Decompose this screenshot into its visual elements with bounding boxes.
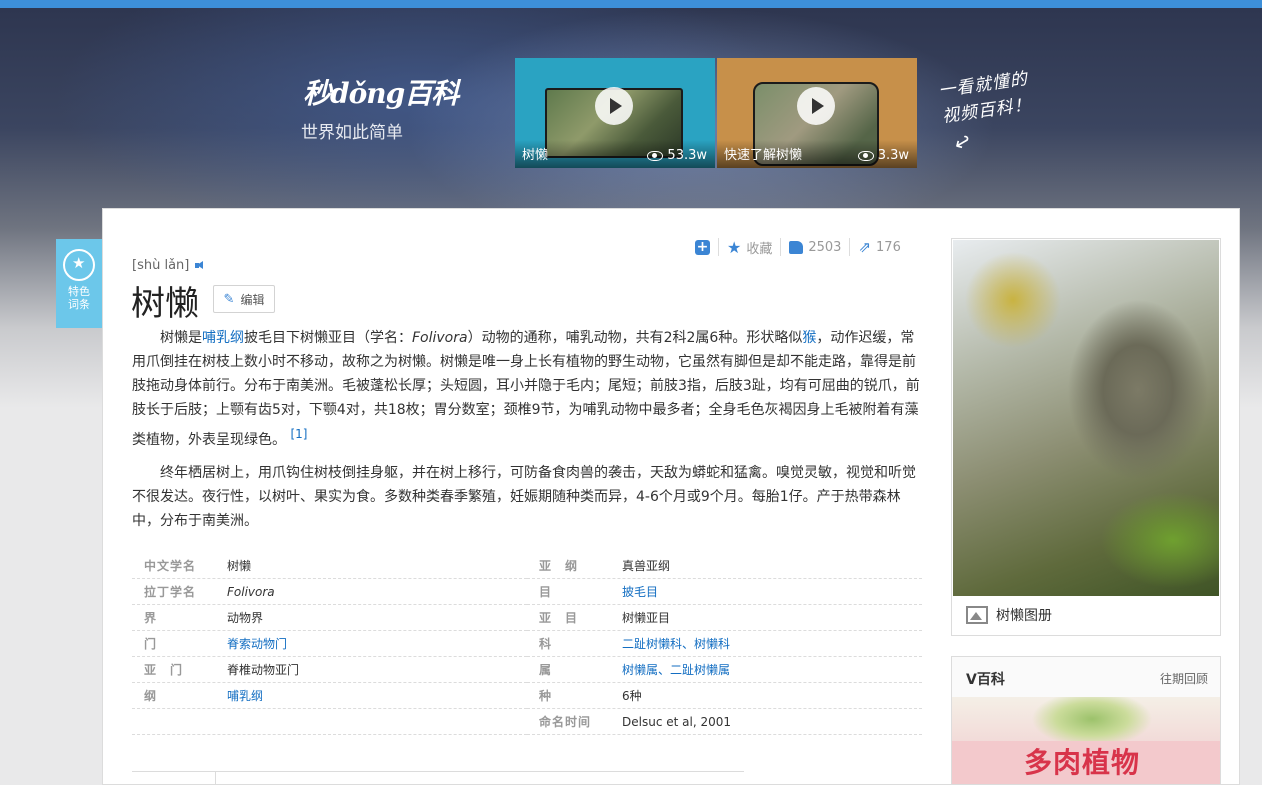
share-button[interactable]: ⇗ 176 <box>849 238 908 256</box>
infobox-row: 命名时间 Delsuc et al, 2001 <box>527 709 922 735</box>
photo-album-card[interactable]: 树懒图册 <box>951 238 1221 636</box>
speaker-icon[interactable] <box>195 261 206 270</box>
like-button[interactable]: 2503 <box>780 238 849 256</box>
sloth-photo[interactable] <box>953 240 1219 596</box>
infobox-row: 亚 门脊椎动物亚门 <box>132 657 527 683</box>
thumbs-up-icon <box>789 240 804 254</box>
pinyin: [shù lǎn] <box>132 258 206 273</box>
video-title: 快速了解树懒 <box>724 148 803 163</box>
infobox-row: 亚 纲真兽亚纲 <box>527 553 922 579</box>
infobox-link[interactable]: 二趾树懒科、树懒科 <box>622 637 730 651</box>
v-baike-header: V百科 往期回顾 <box>952 657 1220 697</box>
eye-icon <box>647 150 664 161</box>
past-issues-link[interactable]: 往期回顾 <box>1160 670 1208 687</box>
link-mammalia[interactable]: 哺乳纲 <box>202 330 244 346</box>
summary-paragraph: 树懒是哺乳纲披毛目下树懒亚目（学名：Folivora）动物的通称，哺乳动物，共有… <box>132 330 920 448</box>
link-monkey[interactable]: 猴 <box>802 330 816 346</box>
video-title: 树懒 <box>522 148 549 163</box>
video-card[interactable]: 树懒 53.3w <box>515 58 715 168</box>
v-baike-title: V百科 <box>966 672 1005 688</box>
featured-star-icon <box>63 249 95 281</box>
entry-actions: + ★ 收藏 2503 ⇗ 176 <box>695 237 909 257</box>
infobox-row: 种 6种 <box>527 683 922 709</box>
collect-button[interactable]: ★ 收藏 <box>718 237 780 257</box>
infobox-row: 亚 目树懒亚目 <box>527 605 922 631</box>
v-baike-banner-text: 多肉植物 <box>1024 746 1141 779</box>
infobox-right-column: 亚 纲真兽亚纲 目披毛目 亚 目树懒亚目 科二趾树懒科、树懒科 属树懒属、二趾树… <box>527 553 922 735</box>
photo-album-link[interactable]: 树懒图册 <box>966 605 1052 625</box>
play-icon[interactable] <box>595 87 633 125</box>
page-title: 树懒 <box>131 284 199 324</box>
infobox-link[interactable]: 树懒属、二趾树懒属 <box>622 663 730 677</box>
infobox-row-empty <box>132 709 527 735</box>
catalog-tab-strip <box>132 771 744 785</box>
infobox-left-column: 中文学名 树懒 拉丁学名 Folivora 界动物界 门脊索动物门 亚 门脊椎动物亚… <box>132 553 527 735</box>
pencil-icon: ✎ <box>223 291 235 307</box>
share-icon: ⇗ <box>858 238 872 256</box>
infobox-row: 拉丁学名 Folivora <box>132 579 527 605</box>
eye-icon <box>857 150 874 161</box>
play-icon[interactable] <box>797 87 835 125</box>
edit-button[interactable]: ✎ 编辑 <box>213 285 275 313</box>
infobox-row: 属树懒属、二趾树懒属 <box>527 657 922 683</box>
infobox-row: 纲哺乳纲 <box>132 683 527 709</box>
video-card[interactable]: 快速了解树懒 3.3w <box>717 58 917 168</box>
infobox-link[interactable]: 哺乳纲 <box>227 689 263 703</box>
infobox-row: 科二趾树懒科、树懒科 <box>527 631 922 657</box>
v-baike-panel: V百科 往期回顾 多肉植物 <box>951 656 1221 785</box>
infobox-row: 门脊索动物门 <box>132 631 527 657</box>
plus-icon: + <box>695 238 710 255</box>
infobox-row: 中文学名 树懒 <box>132 553 527 579</box>
featured-entry-tag[interactable]: 特色 词条 <box>56 239 102 328</box>
logo-subtitle: 世界如此简单 <box>301 123 403 143</box>
star-icon: ★ <box>727 237 742 257</box>
reference-link[interactable]: [1] <box>290 427 307 441</box>
description-paragraph: 终年栖居树上，用爪钩住树枝倒挂身躯，并在树上移行，可防备食肉兽的袭击，天敌为蟒蛇… <box>132 465 916 529</box>
gallery-icon <box>966 606 988 624</box>
video-views: 3.3w <box>857 148 909 163</box>
infobox-link[interactable]: 披毛目 <box>622 585 658 599</box>
site-logo[interactable]: 秒dǒng百科 <box>303 72 459 112</box>
video-views: 53.3w <box>647 148 707 163</box>
top-accent-bar <box>0 0 1262 8</box>
infobox-link[interactable]: 脊索动物门 <box>227 637 287 651</box>
infobox-row: 界动物界 <box>132 605 527 631</box>
infobox-row: 目披毛目 <box>527 579 922 605</box>
add-button[interactable]: + <box>695 238 718 256</box>
